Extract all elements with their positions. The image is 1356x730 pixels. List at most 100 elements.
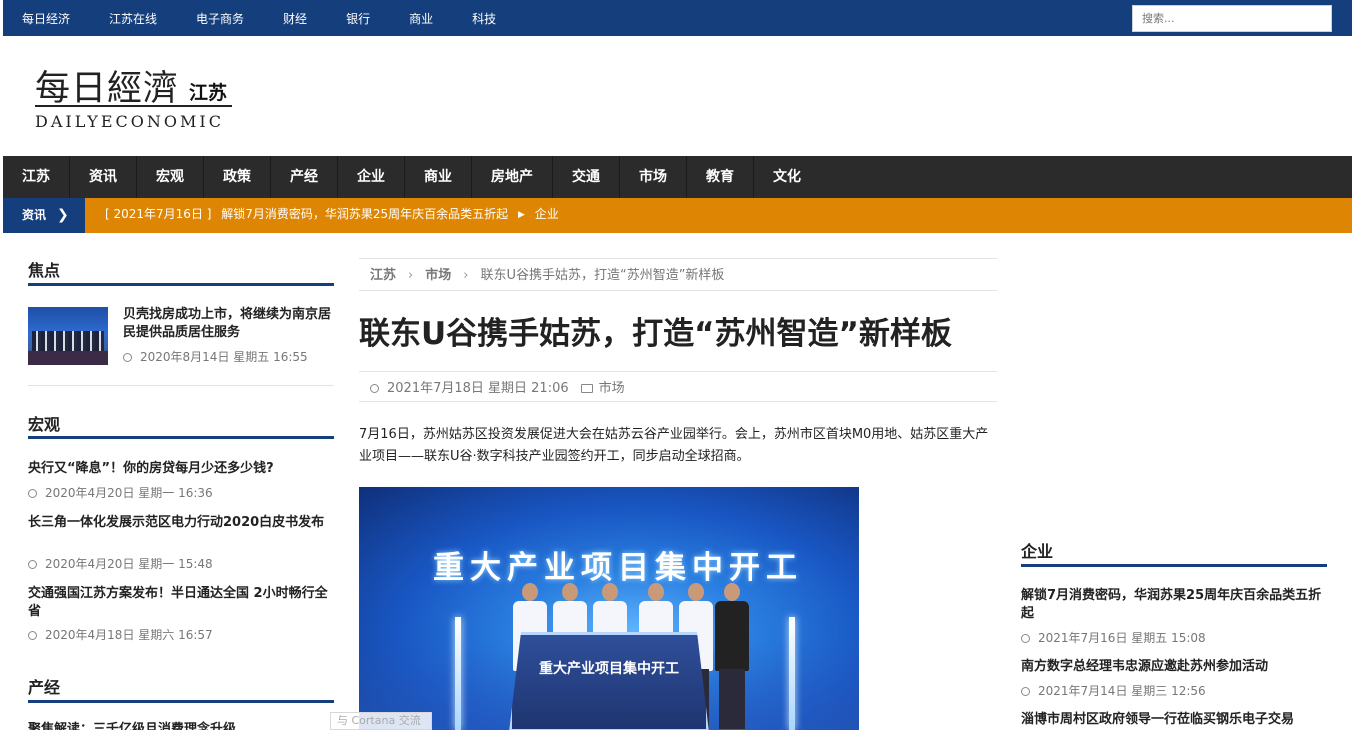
thumbnail-people: [32, 331, 104, 353]
main-nav-item-culture[interactable]: 文化: [754, 156, 820, 198]
logo-english: DAILYECONOMIC: [35, 112, 224, 131]
clock-icon: [123, 353, 132, 362]
enterprise-article-date: 2021年7月14日 星期三 12:56: [1021, 682, 1206, 699]
date-text: 2020年4月18日 星期六 16:57: [45, 628, 213, 642]
main-nav-item-market[interactable]: 市场: [620, 156, 687, 198]
ticker-label-text: 资讯: [22, 208, 47, 222]
hero-light-beam: [789, 617, 795, 730]
top-nav-item-江苏在线[interactable]: 江苏在线: [109, 10, 157, 27]
enterprise-article-title[interactable]: 南方数字总经理韦忠源应邀赴苏州参加活动: [1021, 658, 1327, 676]
folder-icon: [580, 384, 593, 393]
divider: [359, 290, 997, 291]
article-meta: 2021年7月18日 星期日 21:06 市场: [370, 377, 625, 396]
clock-icon: [1021, 687, 1030, 696]
breadcrumb-separator: ›: [408, 268, 414, 283]
logo-chinese: 每日經濟: [35, 69, 180, 109]
divider: [359, 258, 997, 259]
date-text: 2021年7月14日 星期三 12:56: [1038, 684, 1206, 698]
breadcrumb-separator: ›: [463, 268, 469, 283]
breadcrumb: 江苏 › 市场 › 联东U谷携手姑苏，打造“苏州智造”新样板: [370, 264, 724, 283]
hero-podium-text: 重大产业项目集中开工: [539, 661, 679, 677]
main-nav-item-news[interactable]: 资讯: [70, 156, 137, 198]
macro-article-title[interactable]: 央行又“降息”！你的房贷每月少还多少钱?: [28, 460, 334, 478]
date-text: 2020年4月20日 星期一 16:36: [45, 486, 213, 500]
search-input[interactable]: [1132, 5, 1332, 32]
article-hero-image: 重大产业项目集中开工 重大产业项目集中开工: [359, 487, 859, 730]
section-title-macro: 宏观: [28, 415, 61, 434]
ticker-headline[interactable]: 解锁7月消费密码，华润苏果25周年庆百余品类五折起: [221, 207, 508, 221]
focus-thumbnail[interactable]: [28, 307, 108, 365]
main-nav-item-industry[interactable]: 产经: [271, 156, 338, 198]
thumbnail-stage: [28, 351, 108, 365]
enterprise-article-title[interactable]: 解锁7月消费密码，华润苏果25周年庆百余品类五折起: [1021, 587, 1327, 623]
breadcrumb-jiangsu[interactable]: 江苏: [370, 268, 396, 283]
divider: [28, 385, 334, 386]
macro-article-date: 2020年4月18日 星期六 16:57: [28, 626, 213, 643]
article-category[interactable]: 市场: [599, 381, 625, 396]
section-underline: [28, 700, 334, 703]
page: 每日经济 江苏在线 电子商务 财经 银行 商业 科技 每日經濟 江苏 DAILY…: [0, 0, 1356, 730]
hero-person: [713, 583, 751, 730]
section-underline: [28, 436, 334, 439]
clock-icon: [28, 489, 37, 498]
top-nav-item-电子商务[interactable]: 电子商务: [196, 10, 244, 27]
date-text: 2021年7月16日 星期五 15:08: [1038, 631, 1206, 645]
main-nav-item-realestate[interactable]: 房地产: [472, 156, 553, 198]
top-nav: 每日经济 江苏在线 电子商务 财经 银行 商业 科技: [22, 0, 496, 36]
macro-article-title[interactable]: 交通强国江苏方案发布！半日通达全国 2小时畅行全省: [28, 585, 334, 621]
breadcrumb-current: 联东U谷携手姑苏，打造“苏州智造”新样板: [480, 268, 725, 283]
main-nav-item-jiangsu[interactable]: 江苏: [3, 156, 70, 198]
top-nav-item-银行[interactable]: 银行: [346, 10, 370, 27]
main-nav-item-macro[interactable]: 宏观: [137, 156, 204, 198]
macro-article-title[interactable]: 长三角一体化发展示范区电力行动2020白皮书发布: [28, 514, 334, 532]
cortana-search-box[interactable]: 与 Cortana 交流: [330, 712, 432, 730]
main-nav-item-policy[interactable]: 政策: [204, 156, 271, 198]
breadcrumb-market[interactable]: 市场: [425, 268, 451, 283]
divider: [359, 401, 997, 402]
section-underline: [1021, 564, 1327, 567]
clock-icon: [28, 560, 37, 569]
hero-light-beam: [455, 617, 461, 730]
section-title-enterprise: 企业: [1021, 542, 1054, 561]
main-nav: 江苏 资讯 宏观 政策 产经 企业 商业 房地产 交通 市场 教育 文化: [3, 156, 1352, 198]
top-nav-item-商业[interactable]: 商业: [409, 10, 433, 27]
focus-article-date: 2020年8月14日 星期五 16:55: [123, 348, 308, 365]
section-title-focus: 焦点: [28, 261, 61, 280]
top-nav-item-科技[interactable]: 科技: [472, 10, 496, 27]
top-nav-item-财经[interactable]: 财经: [283, 10, 307, 27]
ticker-date: [ 2021年7月16日 ]: [105, 207, 212, 221]
site-logo[interactable]: 每日經濟 江苏 DAILYECONOMIC: [35, 60, 235, 136]
hero-podium: [509, 632, 709, 730]
section-underline: [28, 283, 334, 286]
article-lead: 7月16日，苏州姑苏区投资发展促进大会在姑苏云谷产业园举行。会上，苏州市区首块M…: [359, 427, 989, 464]
hero-banner-text: 重大产业项目集中开工: [433, 550, 803, 586]
chevron-right-icon: ❯: [57, 207, 69, 223]
macro-article-date: 2020年4月20日 星期一 15:48: [28, 555, 213, 572]
article-title: 联东U谷携手姑苏，打造“苏州智造”新样板: [359, 316, 952, 352]
ticker-category[interactable]: 企业: [535, 207, 559, 221]
clock-icon: [370, 384, 379, 393]
date-text: 2020年4月20日 星期一 15:48: [45, 557, 213, 571]
main-nav-item-traffic[interactable]: 交通: [553, 156, 620, 198]
top-nav-item-每日经济[interactable]: 每日经济: [22, 10, 70, 27]
macro-article-date: 2020年4月20日 星期一 16:36: [28, 484, 213, 501]
industry-article-title[interactable]: 聚焦解读：三千亿级且消费理念升级: [28, 721, 334, 730]
section-title-industry: 产经: [28, 678, 61, 697]
clock-icon: [1021, 634, 1030, 643]
logo-region: 江苏: [189, 82, 228, 104]
date-text: 2020年8月14日 星期五 16:55: [140, 350, 308, 364]
main-nav-item-business[interactable]: 商业: [405, 156, 472, 198]
ticker-item[interactable]: [ 2021年7月16日 ] 解锁7月消费密码，华润苏果25周年庆百余品类五折起…: [105, 198, 559, 233]
clock-icon: [28, 631, 37, 640]
divider: [359, 371, 997, 372]
enterprise-article-title[interactable]: 淄博市周村区政府领导一行莅临买钢乐电子交易: [1021, 711, 1327, 730]
main-nav-item-education[interactable]: 教育: [687, 156, 754, 198]
news-ticker: 资讯 ❯ [ 2021年7月16日 ] 解锁7月消费密码，华润苏果25周年庆百余…: [3, 198, 1352, 233]
logo-divider: [35, 105, 232, 107]
ticker-label: 资讯 ❯: [3, 198, 85, 233]
enterprise-article-date: 2021年7月16日 星期五 15:08: [1021, 629, 1206, 646]
article-date: 2021年7月18日 星期日 21:06: [387, 381, 569, 396]
main-nav-item-enterprise[interactable]: 企业: [338, 156, 405, 198]
triangle-right-icon: ▶: [518, 210, 525, 220]
focus-article-title[interactable]: 贝壳找房成功上市，将继续为南京居民提供品质居住服务: [123, 306, 335, 342]
